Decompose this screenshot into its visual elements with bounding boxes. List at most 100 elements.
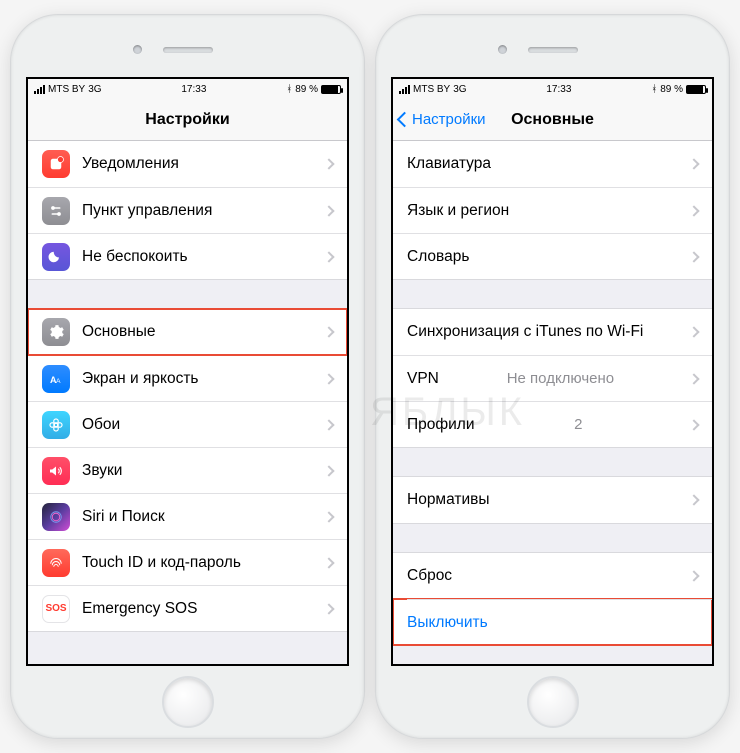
chevron-right-icon	[688, 373, 699, 384]
chevron-right-icon	[688, 419, 699, 430]
row-label: Не беспокоить	[82, 248, 188, 266]
row-control-center[interactable]: Пункт управления	[28, 187, 347, 233]
row-label: VPN	[407, 370, 439, 388]
chevron-right-icon	[688, 205, 699, 216]
wallpaper-icon	[42, 411, 70, 439]
network-label: 3G	[453, 84, 466, 95]
row-keyboard[interactable]: Клавиатура	[393, 141, 712, 187]
sounds-icon	[42, 457, 70, 485]
row-label: Звуки	[82, 462, 122, 480]
front-camera	[498, 45, 507, 54]
row-wallpaper[interactable]: Обои	[28, 401, 347, 447]
chevron-right-icon	[323, 373, 334, 384]
row-itunes-wifi-sync[interactable]: Синхронизация с iTunes по Wi-Fi	[393, 309, 712, 355]
row-dnd[interactable]: Не беспокоить	[28, 233, 347, 279]
settings-list[interactable]: Уведомления Пункт управления Не беспокои…	[28, 140, 347, 632]
row-language-region[interactable]: Язык и регион	[393, 187, 712, 233]
chevron-right-icon	[323, 205, 334, 216]
network-label: 3G	[88, 84, 101, 95]
row-label: Сброс	[407, 567, 452, 585]
row-general[interactable]: Основные	[28, 309, 347, 355]
row-label: Выключить	[407, 614, 488, 632]
row-label: Основные	[82, 323, 156, 341]
row-sos[interactable]: SOS Emergency SOS	[28, 585, 347, 631]
bluetooth-icon: ᚼ	[286, 84, 292, 95]
row-label: Нормативы	[407, 491, 490, 509]
chevron-right-icon	[323, 603, 334, 614]
row-label: Экран и яркость	[82, 370, 199, 388]
row-notifications[interactable]: Уведомления	[28, 141, 347, 187]
row-label: Обои	[82, 416, 120, 434]
chevron-right-icon	[323, 557, 334, 568]
carrier-label: MTS BY	[48, 84, 85, 95]
row-profiles[interactable]: Профили 2	[393, 401, 712, 447]
bluetooth-icon: ᚼ	[651, 84, 657, 95]
row-display[interactable]: AA Экран и яркость	[28, 355, 347, 401]
row-shut-down[interactable]: Выключить	[393, 599, 712, 645]
notifications-icon	[42, 150, 70, 178]
row-label: Синхронизация с iTunes по Wi-Fi	[407, 323, 643, 341]
signal-icon	[34, 85, 45, 94]
siri-icon	[42, 503, 70, 531]
sos-icon: SOS	[42, 595, 70, 623]
display-icon: AA	[42, 365, 70, 393]
row-vpn[interactable]: VPN Не подключено	[393, 355, 712, 401]
row-touchid[interactable]: Touch ID и код-пароль	[28, 539, 347, 585]
row-label: Пункт управления	[82, 202, 212, 220]
speaker-grille	[163, 47, 213, 53]
row-regulatory[interactable]: Нормативы	[393, 477, 712, 523]
status-time: 17:33	[546, 84, 571, 95]
control-center-icon	[42, 197, 70, 225]
chevron-right-icon	[688, 494, 699, 505]
home-button[interactable]	[162, 676, 214, 728]
chevron-right-icon	[323, 419, 334, 430]
row-siri[interactable]: Siri и Поиск	[28, 493, 347, 539]
status-bar: MTS BY 3G 17:33 ᚼ 89 %	[28, 79, 347, 99]
row-label: Emergency SOS	[82, 600, 197, 618]
chevron-right-icon	[688, 158, 699, 169]
row-value: Не подключено	[507, 370, 622, 387]
general-icon	[42, 318, 70, 346]
back-button[interactable]: Настройки	[399, 111, 486, 128]
chevron-right-icon	[323, 251, 334, 262]
row-reset[interactable]: Сброс	[393, 553, 712, 599]
row-label: Touch ID и код-пароль	[82, 554, 241, 572]
chevron-right-icon	[688, 326, 699, 337]
phone-frame-left: MTS BY 3G 17:33 ᚼ 89 % Настройки Уведомл…	[10, 14, 365, 739]
chevron-right-icon	[688, 251, 699, 262]
screen-right: MTS BY 3G 17:33 ᚼ 89 % Настройки Основны…	[391, 77, 714, 666]
svg-text:A: A	[56, 377, 61, 384]
row-label: Язык и регион	[407, 202, 509, 220]
chevron-right-icon	[323, 326, 334, 337]
signal-icon	[399, 85, 410, 94]
screen-left: MTS BY 3G 17:33 ᚼ 89 % Настройки Уведомл…	[26, 77, 349, 666]
row-sounds[interactable]: Звуки	[28, 447, 347, 493]
general-list[interactable]: Клавиатура Язык и регион Словарь Синхрон…	[393, 140, 712, 646]
row-label: Siri и Поиск	[82, 508, 165, 526]
home-button[interactable]	[527, 676, 579, 728]
row-label: Клавиатура	[407, 155, 491, 173]
chevron-right-icon	[323, 465, 334, 476]
touchid-icon	[42, 549, 70, 577]
row-label: Уведомления	[82, 155, 179, 173]
nav-bar: Настройки	[28, 99, 347, 141]
battery-pct: 89 %	[660, 84, 683, 95]
chevron-left-icon	[397, 112, 413, 128]
page-title: Настройки	[145, 111, 229, 129]
nav-bar: Настройки Основные	[393, 99, 712, 141]
phone-frame-right: MTS BY 3G 17:33 ᚼ 89 % Настройки Основны…	[375, 14, 730, 739]
status-time: 17:33	[181, 84, 206, 95]
chevron-right-icon	[323, 511, 334, 522]
chevron-right-icon	[688, 570, 699, 581]
page-title: Основные	[511, 111, 594, 129]
chevron-right-icon	[323, 158, 334, 169]
row-label: Словарь	[407, 248, 469, 266]
back-label: Настройки	[412, 111, 486, 128]
front-camera	[133, 45, 142, 54]
carrier-label: MTS BY	[413, 84, 450, 95]
dnd-icon	[42, 243, 70, 271]
battery-pct: 89 %	[295, 84, 318, 95]
row-dictionary[interactable]: Словарь	[393, 233, 712, 279]
speaker-grille	[528, 47, 578, 53]
battery-icon	[321, 85, 341, 94]
